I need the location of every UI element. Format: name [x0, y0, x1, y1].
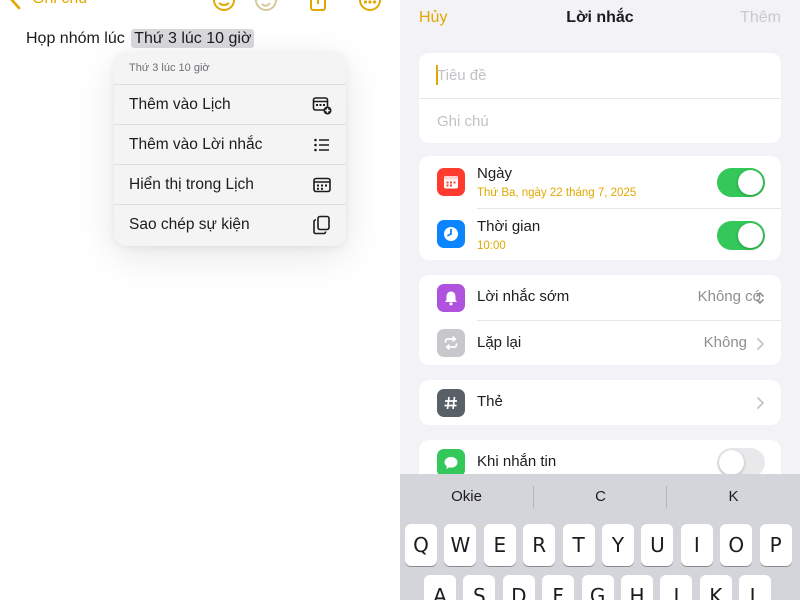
notes-pane: Ghi chú Họp nhóm lúc Thứ 3 lúc 10 giờ Th… [0, 0, 400, 600]
key-y[interactable]: Y [602, 524, 634, 566]
early-reminder-content: Lời nhắc sớm Không có [477, 275, 781, 320]
calendar-icon [313, 177, 331, 192]
selected-date-text[interactable]: Thứ 3 lúc 10 giờ [131, 29, 255, 48]
title-row [419, 53, 781, 98]
repeat-icon [437, 329, 465, 357]
chevron-right-icon [757, 397, 764, 409]
date-value[interactable]: Thứ Ba, ngày 22 tháng 7, 2025 [477, 187, 636, 199]
add-button[interactable]: Thêm [740, 9, 781, 27]
chevron-left-icon[interactable] [8, 0, 22, 10]
calendar-icon [437, 168, 465, 196]
note-text-line[interactable]: Họp nhóm lúc Thứ 3 lúc 10 giờ [26, 28, 255, 50]
tags-row[interactable]: Thẻ [419, 380, 781, 425]
key-w[interactable]: W [444, 524, 477, 566]
repeat-label: Lặp lại [477, 334, 522, 351]
menu-item-label: Thêm vào Lời nhắc [129, 135, 263, 153]
key-p[interactable]: P [759, 524, 792, 566]
key-j[interactable]: J [660, 575, 693, 600]
time-row[interactable]: Thời gian 10:00 [419, 208, 781, 260]
key-d[interactable]: D [502, 575, 535, 600]
title-notes-group [419, 53, 781, 143]
copy-icon [313, 215, 330, 235]
date-row-content: Ngày Thứ Ba, ngày 22 tháng 7, 2025 [477, 156, 781, 208]
chevron-up-down-icon [756, 292, 764, 304]
early-reminder-row[interactable]: Lời nhắc sớm Không có [419, 275, 781, 320]
menu-item-add-to-calendar[interactable]: Thêm vào Lịch [114, 85, 346, 125]
key-q[interactable]: Q [405, 524, 437, 566]
repeat-value[interactable]: Không [704, 334, 747, 351]
reminder-sheet: Hủy Lời nhắc Thêm Ngày Thứ Ba, ngày 22 t… [400, 0, 800, 600]
key-a[interactable]: A [424, 575, 456, 600]
notes-input[interactable] [437, 99, 767, 143]
messaging-toggle[interactable] [717, 448, 765, 477]
date-label: Ngày [477, 165, 513, 182]
note-text: Họp nhóm lúc [26, 30, 125, 47]
context-menu: Thứ 3 lúc 10 giờ Thêm vào Lịch Thêm vào … [114, 52, 346, 246]
sheet-header: Hủy Lời nhắc Thêm [400, 0, 800, 40]
title-input[interactable] [437, 53, 767, 98]
key-o[interactable]: O [720, 524, 753, 566]
menu-item-copy-event[interactable]: Sao chép sự kiện [114, 205, 346, 245]
suggestion-1[interactable]: Okie [400, 488, 533, 505]
share-icon[interactable] [306, 0, 330, 12]
key-g[interactable]: G [581, 575, 614, 600]
notes-row [419, 98, 781, 143]
messaging-label: Khi nhắn tin [477, 453, 557, 470]
tags-content: Thẻ [477, 380, 781, 425]
calendar-add-icon [312, 96, 332, 114]
context-menu-header: Thứ 3 lúc 10 giờ [114, 52, 346, 85]
repeat-content: Lặp lại Không [477, 320, 781, 365]
key-i[interactable]: I [680, 524, 713, 566]
suggestion-2[interactable]: C [534, 488, 667, 505]
time-label: Thời gian [477, 218, 541, 235]
time-row-content: Thời gian 10:00 [477, 208, 781, 260]
bell-icon [437, 284, 465, 312]
menu-item-label: Sao chép sự kiện [129, 216, 250, 233]
message-icon [437, 449, 465, 477]
key-l[interactable]: L [739, 575, 772, 600]
repeat-row[interactable]: Lặp lại Không [419, 320, 781, 365]
key-e[interactable]: E [483, 524, 516, 566]
early-reminder-label: Lời nhắc sớm [477, 288, 570, 305]
suggestion-bar: Okie C K [400, 474, 800, 520]
notes-toolbar: Ghi chú [0, 0, 400, 12]
date-toggle[interactable] [717, 168, 765, 197]
redo-icon[interactable] [254, 0, 278, 12]
menu-item-show-in-calendar[interactable]: Hiển thị trong Lịch [114, 165, 346, 205]
menu-item-add-to-reminders[interactable]: Thêm vào Lời nhắc [114, 125, 346, 165]
date-row[interactable]: Ngày Thứ Ba, ngày 22 tháng 7, 2025 [419, 156, 781, 208]
early-repeat-group: Lời nhắc sớm Không có Lặp lại Không [419, 275, 781, 365]
key-u[interactable]: U [641, 524, 674, 566]
chevron-right-icon [757, 338, 764, 350]
time-toggle[interactable] [717, 221, 765, 250]
menu-item-label: Thêm vào Lịch [129, 95, 231, 113]
keyboard: Okie C K QWERTYUIOP ASDFGHJKL [400, 474, 800, 600]
early-reminder-value[interactable]: Không có [698, 288, 761, 305]
clock-icon [437, 220, 465, 248]
list-icon [314, 138, 329, 151]
back-button[interactable]: Ghi chú [32, 0, 87, 10]
hashtag-icon [437, 389, 465, 417]
suggestion-3[interactable]: K [667, 488, 800, 505]
key-h[interactable]: H [621, 575, 653, 600]
key-f[interactable]: F [542, 575, 575, 600]
emoji-icon[interactable] [212, 0, 236, 12]
tags-group: Thẻ [419, 380, 781, 425]
date-time-group: Ngày Thứ Ba, ngày 22 tháng 7, 2025 Thời … [419, 156, 781, 260]
menu-item-label: Hiển thị trong Lịch [129, 175, 254, 193]
more-icon[interactable] [358, 0, 382, 12]
key-t[interactable]: T [562, 524, 595, 566]
time-value[interactable]: 10:00 [477, 240, 506, 252]
key-k[interactable]: K [699, 575, 732, 600]
key-r[interactable]: R [523, 524, 556, 566]
key-s[interactable]: S [463, 575, 496, 600]
tags-label: Thẻ [477, 393, 503, 410]
